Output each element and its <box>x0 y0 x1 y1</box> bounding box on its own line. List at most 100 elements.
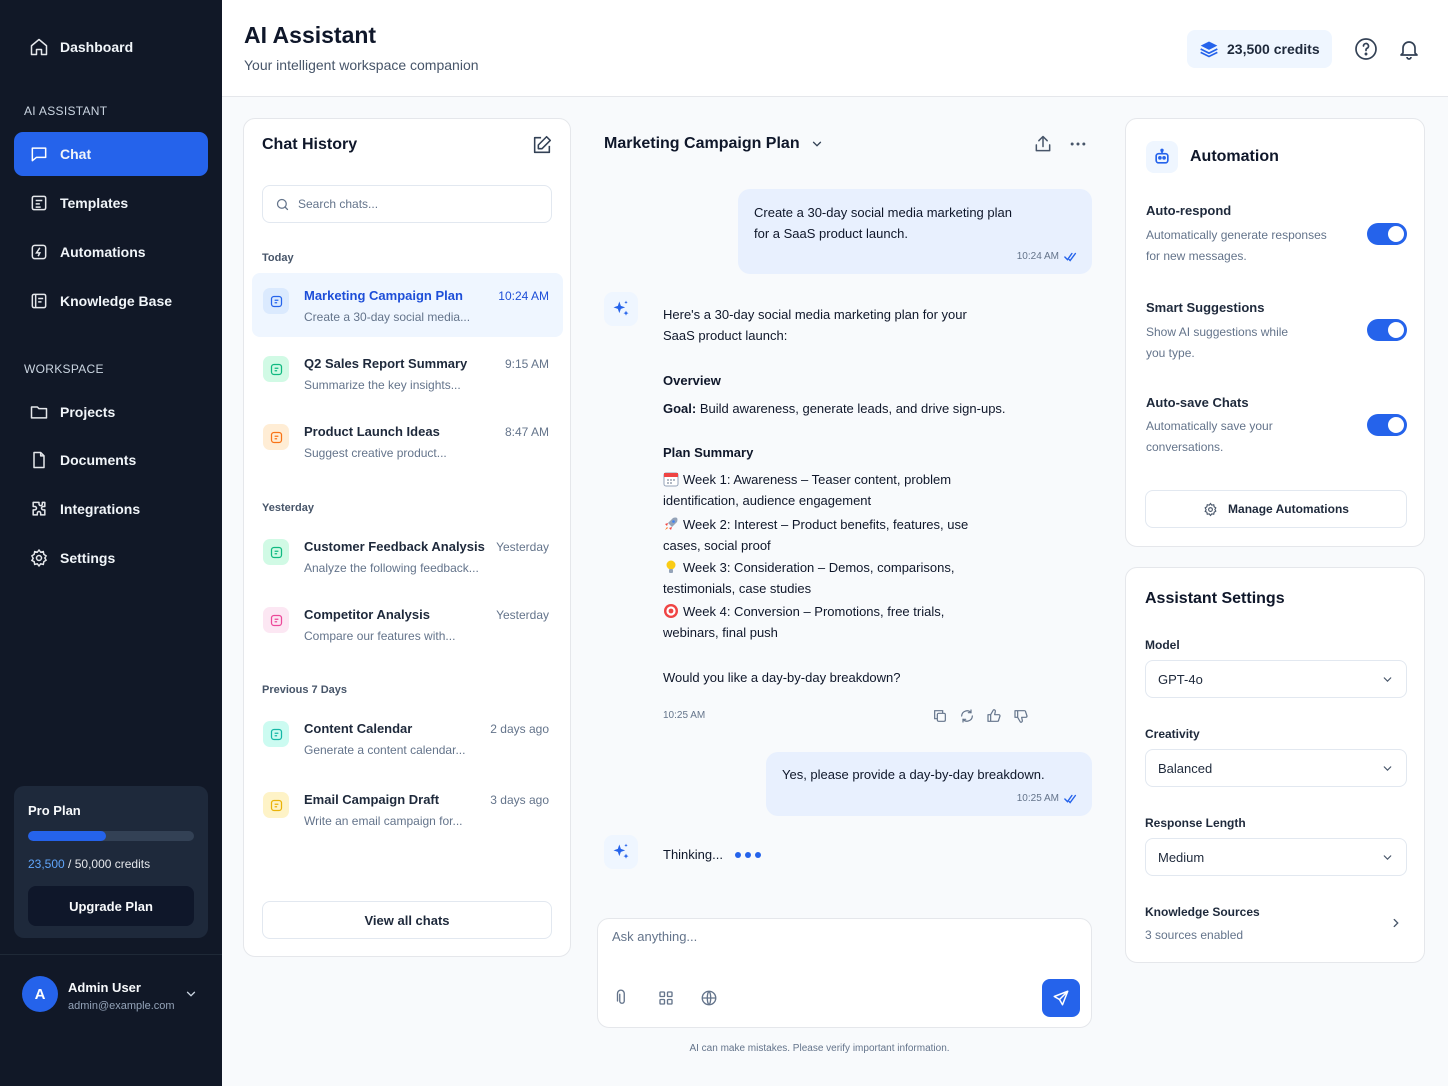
bell-icon[interactable] <box>1397 37 1421 61</box>
chat-item[interactable]: Email Campaign Draft 3 days ago Write an… <box>252 777 563 841</box>
chat-item-time: 9:15 AM <box>504 357 549 371</box>
robot-badge <box>1146 141 1178 173</box>
knowledge-sources-count: 3 sources enabled <box>1145 928 1244 942</box>
chat-item[interactable]: Q2 Sales Report Summary 9:15 AM Summariz… <box>252 341 563 405</box>
chat-item-time: Yesterday <box>496 608 549 622</box>
sidebar-item-integrations[interactable]: Integrations <box>14 487 208 531</box>
sidebar-item-settings[interactable]: Settings <box>14 536 208 580</box>
manage-automations-button[interactable]: Manage Automations <box>1145 490 1407 528</box>
model-select[interactable]: GPT-4o <box>1145 660 1407 698</box>
chat-item-icon <box>263 424 289 450</box>
chat-item[interactable]: Content Calendar 2 days ago Generate a c… <box>252 706 563 770</box>
ai-message-line: Plan Summary <box>663 442 753 463</box>
chat-item-title: Content Calendar <box>304 721 413 736</box>
chevron-right-icon[interactable] <box>1389 916 1403 930</box>
chat-item[interactable]: Product Launch Ideas 8:47 AM Suggest cre… <box>252 409 563 473</box>
book-icon <box>31 293 47 309</box>
help-icon[interactable] <box>1354 37 1378 61</box>
thinking-indicator: Thinking... <box>648 834 780 876</box>
calendar-emoji-icon <box>663 472 679 487</box>
chat-history-panel: Chat History Today Marketing Campaign Pl… <box>243 118 571 957</box>
search-input[interactable] <box>298 197 538 211</box>
plan-summary-heading: Plan Summary <box>663 445 754 460</box>
chat-item-icon <box>263 792 289 818</box>
chat-item[interactable]: Customer Feedback Analysis Yesterday Ana… <box>252 524 563 588</box>
auto-save-toggle[interactable] <box>1367 414 1407 436</box>
ai-message-line: testimonials, case studies <box>663 581 812 596</box>
regenerate-icon[interactable] <box>959 708 975 724</box>
double-check-icon <box>1064 252 1077 262</box>
thumbs-down-icon[interactable] <box>1013 708 1029 724</box>
chat-doc-icon <box>270 431 282 443</box>
paperclip-icon[interactable] <box>613 989 631 1007</box>
message-composer <box>597 918 1092 1028</box>
ai-message-line: Overview <box>663 370 721 391</box>
sidebar-item-automations[interactable]: Automations <box>14 230 208 274</box>
chat-item-preview: Analyze the following feedback... <box>304 561 479 575</box>
response-length-select[interactable]: Medium <box>1145 838 1407 876</box>
chevron-down-icon[interactable] <box>184 987 198 1001</box>
user-message: Yes, please provide a day-by-day breakdo… <box>766 752 1092 816</box>
typing-dot <box>734 852 741 858</box>
toggle-knob <box>1388 226 1404 242</box>
share-icon[interactable] <box>1033 134 1053 154</box>
creativity-value: Balanced <box>1158 760 1213 776</box>
view-all-chats-button[interactable]: View all chats <box>262 901 552 939</box>
send-button[interactable] <box>1042 979 1080 1017</box>
chat-item-title: Competitor Analysis <box>304 607 430 622</box>
gear-icon <box>1204 502 1217 516</box>
chat-item[interactable]: Marketing Campaign Plan 10:24 AM Create … <box>252 273 563 337</box>
message-timestamp: 10:24 AM <box>1017 251 1078 262</box>
top-header: AI Assistant Your intelligent workspace … <box>222 0 1448 97</box>
copy-icon[interactable] <box>932 708 948 724</box>
sidebar-item-chat[interactable]: Chat <box>14 132 208 176</box>
chat-doc-icon <box>270 295 282 307</box>
auto-respond-toggle[interactable] <box>1367 223 1407 245</box>
smart-suggestions-toggle[interactable] <box>1367 319 1407 341</box>
home-icon <box>30 38 48 56</box>
upgrade-plan-button[interactable]: Upgrade Plan <box>28 886 194 926</box>
thumbs-up-icon[interactable] <box>986 708 1002 724</box>
sidebar-item-label: Automations <box>60 244 146 260</box>
setting-desc-line: Show AI suggestions while <box>1146 325 1289 339</box>
chat-item[interactable]: Competitor Analysis Yesterday Compare ou… <box>252 592 563 656</box>
setting-description: Automatically generate responses for new … <box>1146 225 1356 267</box>
credits-used: 23,500 <box>28 857 65 871</box>
sidebar-item-label: Dashboard <box>60 39 134 55</box>
avatar[interactable]: A <box>22 976 58 1012</box>
sidebar-item-dashboard[interactable]: Dashboard <box>14 25 208 69</box>
response-length-value: Medium <box>1158 849 1205 865</box>
setting-desc-line: Automatically save your <box>1146 419 1273 433</box>
globe-icon[interactable] <box>700 989 718 1007</box>
assistant-settings-title: Assistant Settings <box>1145 590 1285 607</box>
page-subtitle: Your intelligent workspace companion <box>244 57 479 73</box>
folder-icon <box>30 406 48 419</box>
lightbulb-emoji-icon <box>666 560 676 573</box>
credits-badge[interactable]: 23,500 credits <box>1187 30 1332 68</box>
search-box[interactable] <box>262 185 552 223</box>
user-message: Create a 30-day social media marketing p… <box>738 189 1092 274</box>
sidebar-item-documents[interactable]: Documents <box>14 438 208 482</box>
sidebar-item-projects[interactable]: Projects <box>14 390 208 434</box>
credits-progress-fill <box>28 831 107 841</box>
template-icon <box>31 195 47 211</box>
message-timestamp: 10:25 AM <box>1017 793 1078 804</box>
sidebar-item-templates[interactable]: Templates <box>14 181 208 225</box>
creativity-select[interactable]: Balanced <box>1145 749 1407 787</box>
week-detail: – Demos, comparisons, <box>814 560 955 575</box>
sidebar-item-label: Chat <box>60 146 92 162</box>
message-input[interactable] <box>612 929 1072 959</box>
toggle-knob <box>1388 417 1404 433</box>
setting-description: Show AI suggestions while you type. <box>1146 322 1356 364</box>
grid-icon[interactable] <box>657 989 675 1007</box>
more-options-icon[interactable] <box>1068 134 1088 154</box>
group-label-today: Today <box>262 252 294 264</box>
ai-message-line: SaaS product launch: <box>663 328 788 343</box>
conversation-title[interactable]: Marketing Campaign Plan <box>604 135 824 153</box>
week-detail: – Promotions, free trials, <box>799 604 945 619</box>
new-chat-icon[interactable] <box>531 134 553 156</box>
layers-icon <box>1200 41 1218 58</box>
ai-message-line: identification, audience engagement <box>663 493 872 508</box>
gear-icon <box>30 548 48 568</box>
sidebar-item-knowledge-base[interactable]: Knowledge Base <box>14 279 208 323</box>
